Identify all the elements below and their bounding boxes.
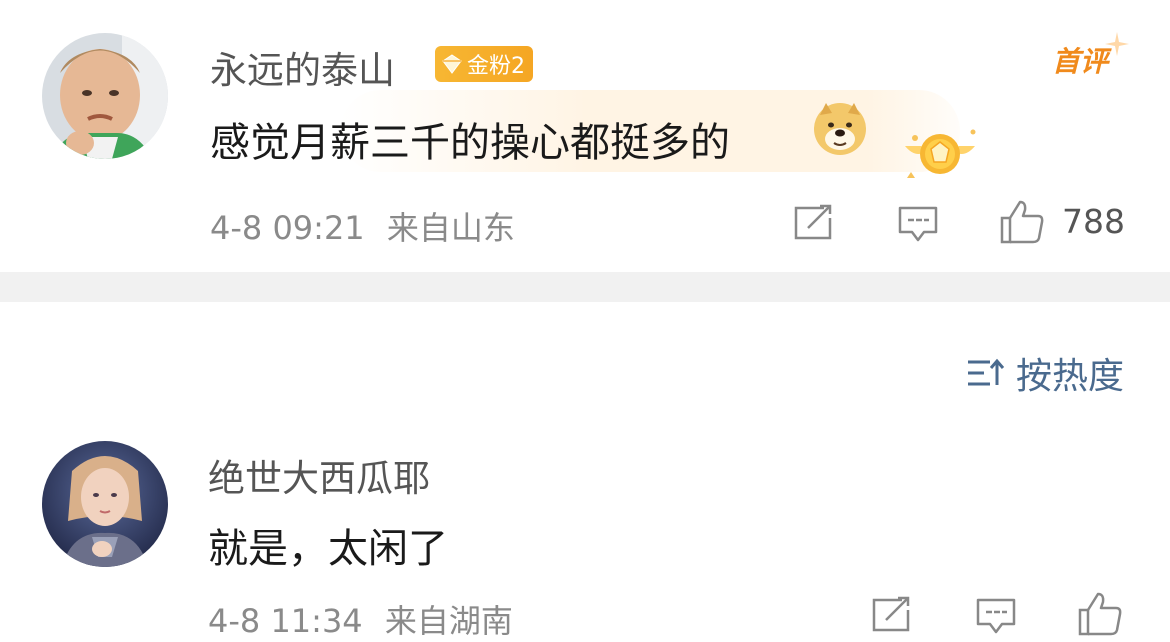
avatar[interactable] xyxy=(42,441,168,567)
username[interactable]: 永远的泰山 xyxy=(210,40,395,94)
gem-icon xyxy=(442,54,462,74)
comment-meta: 4-8 09:21 来自山东 xyxy=(210,203,515,249)
comment-text-content: 感觉月薪三千的操心都挺多的 xyxy=(210,120,730,166)
comment-text: 就是，太闲了 xyxy=(208,526,448,572)
comment-text: 感觉月薪三千的操心都挺多的 xyxy=(210,110,730,168)
comment-icon[interactable] xyxy=(896,204,940,244)
section-divider xyxy=(0,272,1170,302)
share-icon[interactable] xyxy=(792,204,834,242)
doge-icon xyxy=(814,103,866,155)
like-icon[interactable] xyxy=(1076,590,1124,638)
fan-badge[interactable]: 金粉2 xyxy=(435,46,533,82)
comment-item: 绝世大西瓜耶 就是，太闲了 4-8 11:34 来自湖南 xyxy=(0,430,1170,640)
share-icon[interactable] xyxy=(870,596,912,634)
sparkle-icon xyxy=(1105,32,1129,56)
comment-time: 4-8 09:21 xyxy=(210,209,365,247)
comment-item: 永远的泰山 金粉2 首评 感觉月薪三千的操心都挺多的 4-8 09:21 来自山… xyxy=(0,0,1170,272)
sort-label: 按热度 xyxy=(1015,356,1124,397)
like-icon[interactable] xyxy=(998,198,1046,246)
sort-button[interactable]: 按热度 xyxy=(966,347,1124,399)
avatar[interactable] xyxy=(42,33,168,159)
username[interactable]: 绝世大西瓜耶 xyxy=(208,448,430,502)
medal-decoration-icon xyxy=(905,129,976,178)
comment-location: 来自湖南 xyxy=(384,602,513,640)
sort-icon xyxy=(967,358,1005,386)
comment-time: 4-8 11:34 xyxy=(208,602,363,640)
badge-label: 金粉2 xyxy=(467,54,525,79)
like-count: 788 xyxy=(1062,202,1125,241)
comment-location: 来自山东 xyxy=(386,209,515,247)
comment-icon[interactable] xyxy=(974,596,1018,636)
first-comment-tag: 首评 xyxy=(1052,45,1109,78)
comment-meta: 4-8 11:34 来自湖南 xyxy=(208,596,513,642)
